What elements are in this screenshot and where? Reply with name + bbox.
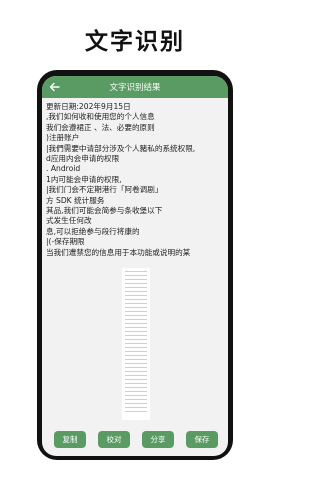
proofread-button[interactable]: 校对	[98, 431, 130, 448]
text-line: 式发生任何改	[46, 216, 92, 226]
text-line: 方 SDK 统计服务	[46, 195, 105, 205]
text-line: |(-保存期限	[46, 237, 85, 247]
text-line: )注册账户	[46, 133, 80, 143]
text-line: 当我们遭禁您的信息用于本功能或说明的某	[46, 247, 191, 257]
ocr-result-text[interactable]: 更新日期:202年9月15日 ,我们如何收和使用您的个人信息 我们会遵裙正 、法…	[46, 102, 226, 280]
copy-button[interactable]: 复制	[54, 431, 86, 448]
source-image-strip	[122, 268, 150, 420]
share-button[interactable]: 分享	[142, 431, 174, 448]
text-line: 更新日期:202年9月15日	[46, 102, 131, 111]
action-bar: 复制 校对 分享 保存	[42, 426, 228, 454]
text-line: . Android	[46, 164, 81, 174]
text-line: 其品,我们可能会简参与条收堡以下	[46, 206, 163, 216]
app-bar-title: 文字识别结果	[109, 83, 161, 93]
app-bar: 文字识别结果	[42, 76, 228, 98]
text-line: |我们门会不定期港行「阿卷调剧」	[46, 185, 163, 195]
text-line: 1内可能会申请的权限,	[46, 174, 122, 184]
text-line: d应用内会申请的权限	[46, 154, 120, 164]
save-button[interactable]: 保存	[186, 431, 218, 448]
phone-screen: 文字识别结果 更新日期:202年9月15日 ,我们如何收和使用您的个人信息 我们…	[42, 76, 228, 456]
page-title: 文字识别	[85, 29, 185, 55]
text-line: ,我们如何收和使用您的个人信息	[46, 112, 155, 122]
text-line: |我們需要中请部分涉及个人豬私的系统权限,	[46, 143, 196, 153]
text-line: 我们会遵裙正 、法、必要的原则	[46, 122, 155, 132]
text-line: 息,可以拒绝参与段行将康的	[46, 226, 140, 236]
